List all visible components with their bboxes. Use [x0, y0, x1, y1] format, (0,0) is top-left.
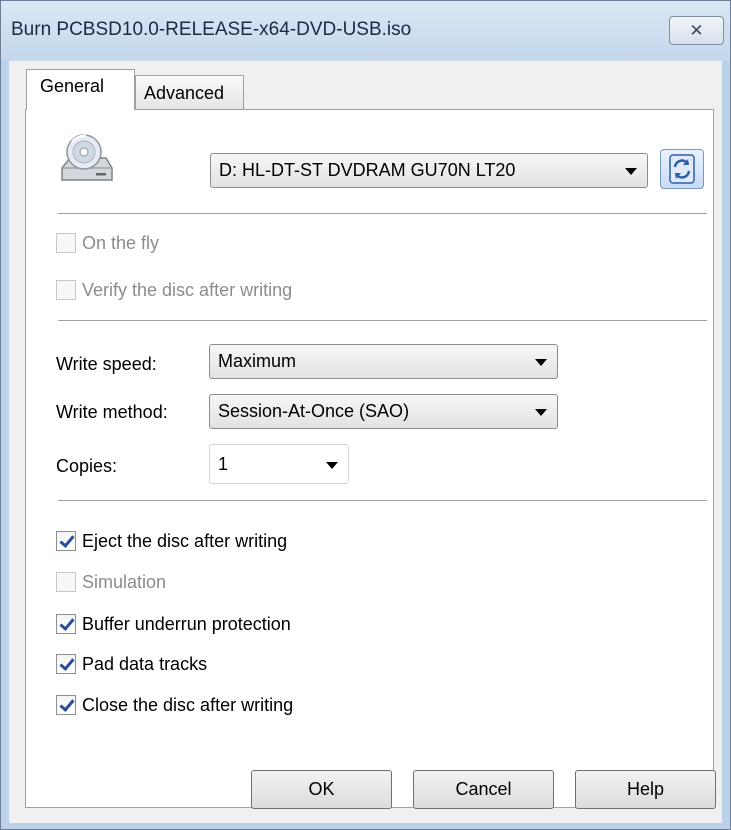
help-button[interactable]: Help	[575, 770, 716, 809]
checkbox-label: Eject the disc after writing	[82, 530, 288, 551]
optical-drive-icon	[61, 134, 113, 181]
write-method-value: Session-At-Once (SAO)	[218, 401, 410, 421]
checkbox-box	[56, 280, 76, 300]
chevron-down-icon	[625, 168, 637, 175]
checkbox-label: Verify the disc after writing	[82, 279, 293, 300]
drive-select-value: D: HL-DT-ST DVDRAM GU70N LT20	[219, 160, 516, 180]
checkbox-label: Pad data tracks	[82, 653, 208, 674]
copies-label: Copies:	[56, 456, 118, 476]
checkbox-label: On the fly	[82, 232, 160, 253]
tab-advanced[interactable]: Advanced	[135, 75, 244, 110]
buffer-underrun-checkbox[interactable]: Buffer underrun protection	[56, 611, 291, 637]
chevron-down-icon	[535, 409, 547, 416]
checkbox-box	[56, 654, 76, 674]
checkbox-box	[56, 695, 76, 715]
tab-general[interactable]: General	[26, 69, 135, 110]
checkbox-label: Buffer underrun protection	[82, 613, 291, 634]
divider	[58, 320, 707, 321]
title-bar: Burn PCBSD10.0-RELEASE-x64-DVD-USB.iso ✕	[1, 1, 730, 61]
ok-button[interactable]: OK	[251, 770, 392, 809]
checkbox-box	[56, 572, 76, 592]
checkbox-box	[56, 531, 76, 551]
checkbox-box	[56, 233, 76, 253]
copies-value: 1	[218, 454, 229, 474]
copies-combobox[interactable]: 1	[209, 444, 349, 484]
cancel-button[interactable]: Cancel	[413, 770, 554, 809]
write-speed-value: Maximum	[218, 351, 297, 371]
checkbox-box	[56, 614, 76, 634]
verify-disc-checkbox[interactable]: Verify the disc after writing	[56, 277, 292, 303]
window-title: Burn PCBSD10.0-RELEASE-x64-DVD-USB.iso	[11, 19, 412, 40]
general-tab-panel: D: HL-DT-ST DVDRAM GU70N LT20 On the fly	[25, 109, 714, 808]
write-method-select[interactable]: Session-At-Once (SAO)	[209, 394, 558, 429]
refresh-drives-button[interactable]	[660, 149, 704, 189]
burn-dialog: Burn PCBSD10.0-RELEASE-x64-DVD-USB.iso ✕…	[0, 0, 731, 830]
chevron-down-icon	[535, 359, 547, 366]
chevron-down-icon	[326, 462, 338, 469]
close-button[interactable]: ✕	[669, 16, 724, 45]
on-the-fly-checkbox[interactable]: On the fly	[56, 230, 159, 256]
dialog-client-area: General Advanced D: HL-DT-ST DVDRAM GU70…	[9, 61, 722, 823]
close-disc-checkbox[interactable]: Close the disc after writing	[56, 692, 293, 718]
refresh-icon	[669, 154, 695, 184]
divider	[58, 213, 707, 214]
divider	[58, 500, 707, 501]
write-speed-label: Write speed:	[56, 354, 157, 374]
simulation-checkbox[interactable]: Simulation	[56, 569, 166, 595]
write-method-label: Write method:	[56, 402, 168, 422]
eject-disc-checkbox[interactable]: Eject the disc after writing	[56, 528, 287, 554]
checkbox-label: Close the disc after writing	[82, 694, 294, 715]
drive-select[interactable]: D: HL-DT-ST DVDRAM GU70N LT20	[210, 153, 648, 188]
write-speed-select[interactable]: Maximum	[209, 344, 558, 379]
checkbox-label: Simulation	[82, 571, 167, 592]
close-icon: ✕	[689, 21, 704, 40]
pad-data-tracks-checkbox[interactable]: Pad data tracks	[56, 651, 207, 677]
